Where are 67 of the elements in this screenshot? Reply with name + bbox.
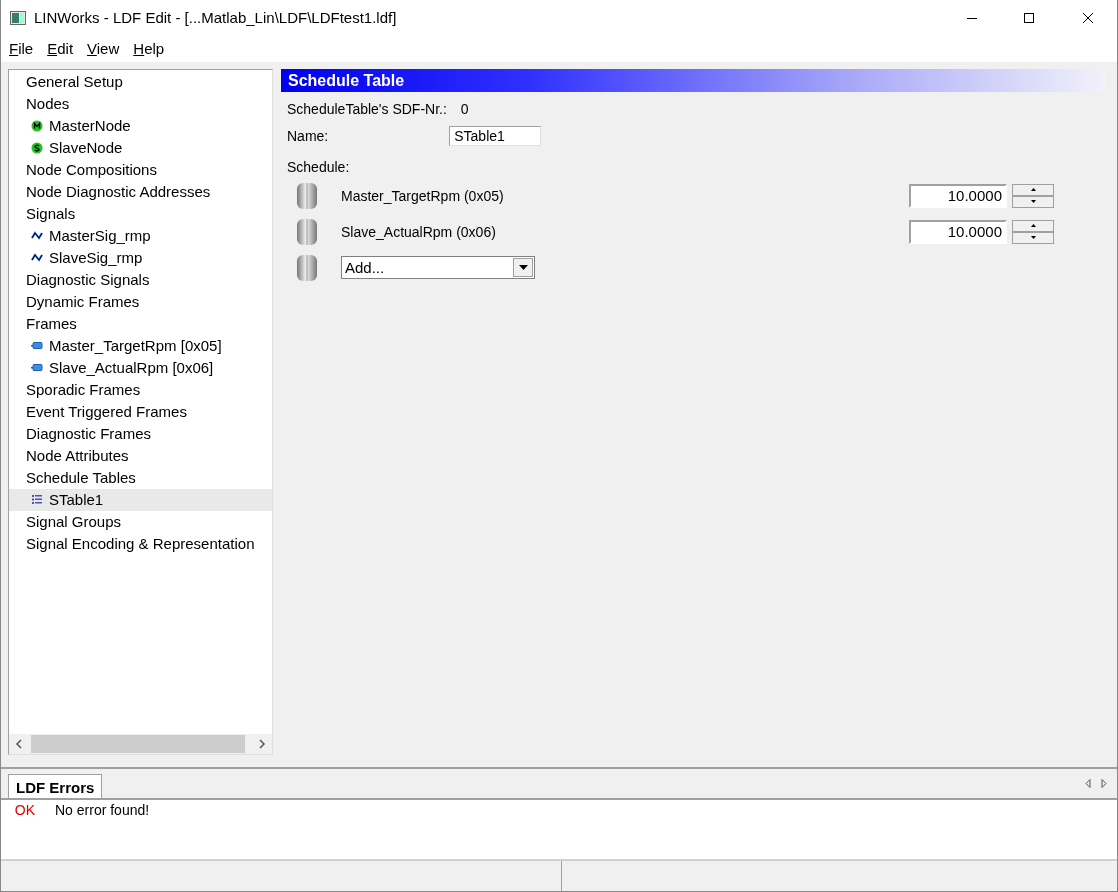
window-title: LINWorks - LDF Edit - [...Matlab_Lin\LDF\LDFtest1.ldf] (34, 9, 398, 27)
scroll-left-icon[interactable] (15, 738, 23, 749)
tree-item[interactable]: Frames (9, 312, 272, 335)
name-field[interactable]: STable1 (449, 125, 542, 146)
add-dropdown[interactable]: Add... (341, 256, 535, 280)
scroll-right-icon[interactable] (258, 738, 266, 749)
tree-item[interactable]: STable1 (9, 488, 272, 511)
spin-up-button[interactable] (1012, 219, 1054, 232)
frame-icon (31, 340, 43, 352)
scroll-right-icon[interactable] (1101, 779, 1107, 789)
down-arrow-icon (1030, 200, 1036, 204)
cylinder-icon (297, 254, 317, 281)
delay-field[interactable]: 10.0000 (909, 219, 1007, 244)
tree-item[interactable]: Schedule Tables (9, 466, 272, 489)
tree-item[interactable]: Dynamic Frames (9, 290, 272, 313)
list-icon (31, 494, 43, 506)
tree-item[interactable]: Node Compositions (9, 158, 272, 181)
tree-item[interactable]: Node Attributes (9, 444, 272, 467)
caret-icon (518, 265, 528, 271)
tree-item[interactable]: SlaveNode (9, 136, 272, 159)
down-arrow-icon (1030, 236, 1036, 240)
tree-item[interactable]: Diagnostic Frames (9, 422, 272, 445)
menu-item[interactable]: View (87, 40, 120, 58)
panel-tab[interactable]: LDF Errors (8, 774, 103, 799)
tree-item[interactable]: Node Diagnostic Addresses (9, 180, 272, 203)
spin-up-button[interactable] (1012, 183, 1054, 196)
cylinder-icon (297, 182, 317, 209)
up-arrow-icon (1030, 188, 1036, 192)
field-label: ScheduleTable's SDF-Nr.: (287, 100, 447, 117)
tree-item[interactable]: Sporadic Frames (9, 378, 272, 401)
menu-item[interactable]: Help (133, 40, 165, 58)
tree-item[interactable]: Signal Encoding & Representation (9, 532, 272, 555)
section-header: Schedule Table (281, 68, 1106, 92)
maximize-icon[interactable] (1024, 12, 1034, 23)
app-icon (10, 10, 26, 25)
tree-item[interactable]: MasterSig_rmp (9, 224, 272, 247)
tree-item[interactable]: Master_TargetRpm [0x05] (9, 334, 272, 357)
master-node-icon (31, 119, 43, 132)
delay-field[interactable]: 10.0000 (909, 183, 1007, 208)
tree-item[interactable]: Nodes (9, 92, 272, 115)
tree-item[interactable]: Signals (9, 202, 272, 225)
up-arrow-icon (1030, 224, 1036, 228)
tree-item[interactable]: SlaveSig_rmp (9, 246, 272, 269)
frame-icon (31, 362, 43, 374)
status-text: OK (13, 802, 35, 819)
schedule-entry: Slave_ActualRpm (0x06) (341, 223, 497, 240)
menu-item[interactable]: Edit (47, 40, 74, 58)
field-label: Name: (287, 127, 329, 144)
scroll-left-icon[interactable] (1085, 779, 1091, 789)
wave-icon (31, 252, 43, 264)
tree-item[interactable]: General Setup (9, 70, 272, 93)
message-text: No error found! (55, 802, 150, 819)
wave-icon (31, 230, 43, 242)
field-label: Schedule: (287, 158, 351, 175)
tree-item[interactable]: Diagnostic Signals (9, 268, 272, 291)
schedule-entry: Master_TargetRpm (0x05) (341, 187, 505, 204)
field-value: 0 (460, 100, 469, 117)
close-icon[interactable] (1083, 12, 1093, 23)
tree-item[interactable]: Event Triggered Frames (9, 400, 272, 423)
cylinder-icon (297, 218, 317, 245)
tree-item[interactable]: Signal Groups (9, 510, 272, 533)
slave-node-icon (31, 141, 43, 154)
horizontal-scrollbar[interactable] (9, 733, 272, 754)
menu-item[interactable]: File (9, 40, 34, 58)
tree-item[interactable]: Slave_ActualRpm [0x06] (9, 356, 272, 379)
tree-item[interactable]: MasterNode (9, 114, 272, 137)
dropdown-button[interactable] (513, 258, 533, 278)
